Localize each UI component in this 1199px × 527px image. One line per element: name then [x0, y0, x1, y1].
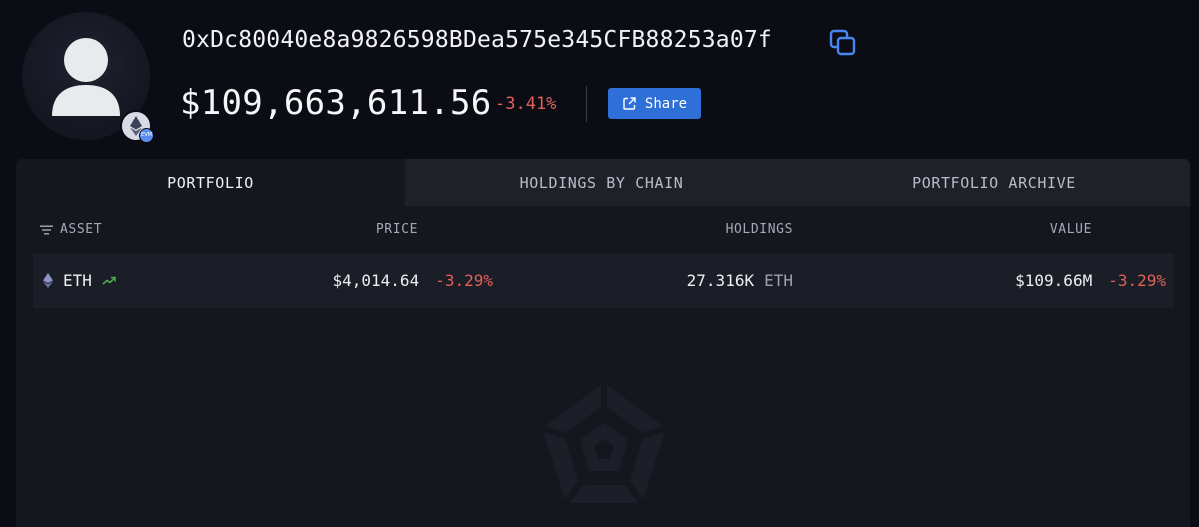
tab-bar: PORTFOLIO HOLDINGS BY CHAIN PORTFOLIO AR…: [16, 159, 1190, 206]
column-header-holdings[interactable]: HOLDINGS: [726, 222, 793, 237]
trending-up-icon: [102, 276, 116, 285]
asset-cell: ETH: [43, 253, 116, 308]
asset-price: $4,014.64: [332, 271, 420, 290]
asset-symbol: ETH: [63, 271, 92, 290]
table-row[interactable]: ETH $4,014.64 -3.29% 27.316K ETH $109.66…: [33, 253, 1174, 308]
total-balance: $109,663,611.56: [180, 83, 492, 123]
value-change: -3.29%: [1108, 271, 1166, 290]
holdings-cell: 27.316K ETH: [687, 253, 793, 308]
tab-portfolio[interactable]: PORTFOLIO: [16, 159, 405, 206]
column-header-asset[interactable]: ASSET: [40, 222, 102, 237]
total-change: -3.41%: [495, 94, 557, 114]
value-cell: $109.66M -3.29%: [1015, 253, 1166, 308]
holdings-unit: ETH: [764, 271, 793, 290]
filter-lines-icon: [40, 225, 53, 234]
share-button[interactable]: Share: [608, 88, 701, 119]
price-change: -3.29%: [435, 271, 493, 290]
evm-badge: EVM: [139, 128, 154, 143]
portfolio-page: EVM 0xDc80040e8a9826598BDea575e345CFB882…: [0, 0, 1199, 527]
copy-icon: [829, 29, 856, 56]
arkham-logo: [541, 383, 667, 505]
holdings-amount: 27.316K: [686, 271, 755, 290]
arkham-logo-watermark: [538, 379, 670, 509]
external-link-icon: [623, 97, 636, 110]
divider: [586, 86, 587, 122]
copy-address-button[interactable]: [828, 28, 858, 58]
price-cell: $4,014.64 -3.29%: [333, 253, 494, 308]
tab-holdings-by-chain[interactable]: HOLDINGS BY CHAIN: [405, 159, 798, 206]
ethereum-icon: [43, 273, 53, 288]
tab-portfolio-archive[interactable]: PORTFOLIO ARCHIVE: [798, 159, 1190, 206]
asset-value: $109.66M: [1015, 271, 1093, 290]
chain-badge: EVM: [120, 110, 154, 143]
column-header-value[interactable]: VALUE: [1050, 222, 1092, 237]
share-label: Share: [644, 95, 688, 112]
column-header-price[interactable]: PRICE: [376, 222, 418, 237]
wallet-address: 0xDc80040e8a9826598BDea575e345CFB88253a0…: [182, 27, 772, 53]
portfolio-panel: PORTFOLIO HOLDINGS BY CHAIN PORTFOLIO AR…: [16, 159, 1190, 527]
column-header-asset-label: ASSET: [60, 222, 103, 237]
